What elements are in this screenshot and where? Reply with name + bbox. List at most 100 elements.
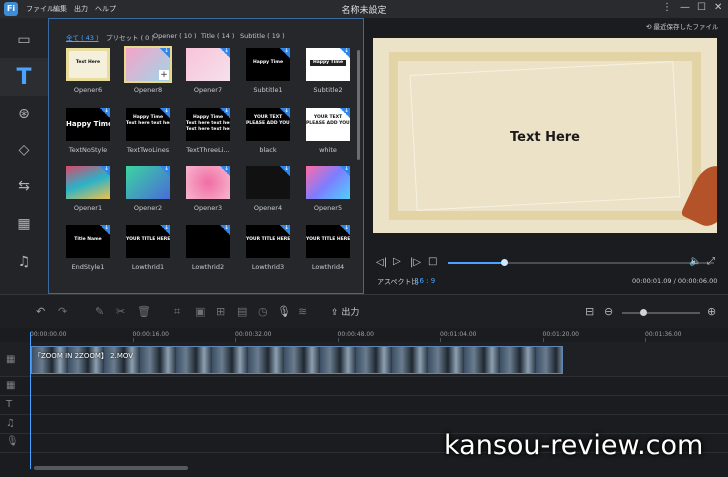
library-thumbnail[interactable]: ↓ bbox=[66, 166, 110, 199]
library-thumbnail[interactable]: ↓ bbox=[186, 225, 230, 258]
record-voice-icon[interactable]: 🎙 bbox=[277, 305, 291, 318]
resize-icon[interactable]: ▣ bbox=[195, 305, 205, 318]
download-icon[interactable]: ↓ bbox=[280, 225, 290, 235]
add-icon[interactable]: + bbox=[159, 70, 169, 80]
download-icon[interactable]: ↓ bbox=[220, 108, 230, 118]
library-thumbnail[interactable]: YOUR TEXT PLEASE ADD YOUR TEXT↓ bbox=[246, 108, 290, 141]
media-icon[interactable]: ▭ bbox=[0, 22, 48, 58]
duration-icon[interactable]: ◷ bbox=[258, 305, 268, 318]
transition-icon[interactable]: ⇆ bbox=[0, 168, 48, 204]
more-icon[interactable]: ⋮ bbox=[662, 2, 672, 13]
download-icon[interactable]: ↓ bbox=[340, 108, 350, 118]
fit-icon[interactable]: ⊟ bbox=[585, 305, 594, 318]
mosaic-icon[interactable]: ⊞ bbox=[216, 305, 225, 318]
seek-progress bbox=[448, 262, 504, 264]
prev-frame-icon[interactable]: ◁| bbox=[376, 257, 387, 268]
zoom-handle[interactable] bbox=[640, 309, 647, 316]
minimize-icon[interactable]: — bbox=[680, 2, 690, 13]
tab-presets[interactable]: プリセット ( 0 ) bbox=[106, 32, 154, 42]
close-icon[interactable]: ✕ bbox=[714, 2, 722, 13]
maximize-icon[interactable]: ☐ bbox=[697, 2, 706, 13]
library-thumbnail[interactable]: Happy Time ↓ bbox=[306, 48, 350, 81]
export-button[interactable]: ⇪ 出力 bbox=[331, 305, 359, 318]
library-thumbnail[interactable]: YOUR TITLE HERE ↓ bbox=[306, 225, 350, 258]
download-icon[interactable]: ↓ bbox=[220, 225, 230, 235]
download-icon[interactable]: ↓ bbox=[280, 108, 290, 118]
thumbnail-text: YOUR TITLE HERE bbox=[126, 237, 170, 242]
download-icon[interactable]: ↓ bbox=[100, 225, 110, 235]
element-icon[interactable]: ▦ bbox=[0, 206, 48, 242]
music-icon[interactable]: ♫ bbox=[0, 244, 48, 280]
volume-icon[interactable]: 🔈 bbox=[689, 256, 701, 267]
download-icon[interactable]: ↓ bbox=[160, 166, 170, 176]
zoom-track[interactable] bbox=[622, 312, 700, 314]
library-thumbnail[interactable]: ↓ bbox=[186, 166, 230, 199]
aspect-label: アスペクト比 bbox=[377, 278, 419, 286]
freeze-icon[interactable]: ▤ bbox=[237, 305, 247, 318]
zoom-out-icon[interactable]: ⊖ bbox=[604, 305, 613, 318]
library-item-caption: TextTwoLines bbox=[126, 146, 170, 154]
download-icon[interactable]: ↓ bbox=[280, 48, 290, 58]
tab-subtitle[interactable]: Subtitle ( 19 ) bbox=[240, 32, 285, 40]
library-thumbnail[interactable]: ↓ bbox=[306, 166, 350, 199]
library-thumbnail[interactable]: ↓ bbox=[246, 166, 290, 199]
watermark: kansou-review.com bbox=[444, 430, 704, 461]
library-thumbnail[interactable]: ↓ bbox=[186, 48, 230, 81]
library-item-caption: Opener5 bbox=[313, 204, 343, 212]
library-thumbnail[interactable]: Happy Time ↓ bbox=[246, 48, 290, 81]
library-thumbnail[interactable]: Happy Time ↓ bbox=[66, 108, 110, 141]
download-icon[interactable]: ↓ bbox=[100, 166, 110, 176]
recent-files-link[interactable]: ⟲ 最近保存したファイル bbox=[646, 21, 719, 31]
library-thumbnail[interactable]: Happy Time Text here text here↓ bbox=[126, 108, 170, 141]
timeline-scrollbar[interactable] bbox=[34, 466, 188, 470]
library-thumbnail[interactable]: YOUR TEXT PLEASE ADD YOUR TEXT↓ bbox=[306, 108, 350, 141]
tab-opener[interactable]: Opener ( 10 ) bbox=[153, 32, 197, 40]
download-icon[interactable]: ↓ bbox=[340, 48, 350, 58]
library-scrollbar[interactable] bbox=[357, 50, 360, 160]
edit-icon[interactable]: ✎ bbox=[95, 305, 104, 318]
delete-icon[interactable]: 🗑 bbox=[137, 305, 151, 318]
library-thumbnail[interactable]: ↓ bbox=[126, 166, 170, 199]
stop-icon[interactable]: □ bbox=[428, 256, 437, 267]
library-item-caption: Opener3 bbox=[193, 204, 223, 212]
library-thumbnail[interactable]: Title Name ↓ bbox=[66, 225, 110, 258]
library-item-caption: Opener1 bbox=[73, 204, 103, 212]
thumbnail-text: Text Here bbox=[75, 60, 101, 65]
library-thumbnail[interactable]: YOUR TITLE HERE ↓ bbox=[246, 225, 290, 258]
library-thumbnail[interactable]: YOUR TITLE HERE ↓ bbox=[126, 225, 170, 258]
tab-all[interactable]: 全て ( 43 ) bbox=[66, 32, 99, 42]
tab-title[interactable]: Title ( 14 ) bbox=[201, 32, 234, 40]
title-bar: Fi ファイル 編集 出力 ヘルプ 名称未設定 ⋮ — ☐ ✕ bbox=[0, 0, 728, 18]
library-thumbnail[interactable]: ↓ + bbox=[124, 46, 172, 83]
download-icon[interactable]: ↓ bbox=[280, 166, 290, 176]
aspect-value[interactable]: 16 : 9 bbox=[415, 277, 435, 285]
text-track bbox=[0, 396, 728, 415]
download-icon[interactable]: ↓ bbox=[220, 166, 230, 176]
play-icon[interactable]: ▷ bbox=[393, 256, 401, 267]
library-item-caption: white bbox=[319, 146, 337, 154]
download-icon[interactable]: ↓ bbox=[160, 108, 170, 118]
library-thumbnail[interactable]: Happy Time Text here text here Text here… bbox=[186, 108, 230, 141]
seek-handle[interactable] bbox=[500, 259, 508, 266]
download-icon[interactable]: ↓ bbox=[100, 108, 110, 118]
undo-icon[interactable]: ↶ bbox=[36, 305, 45, 318]
library-thumbnail[interactable]: Text Here bbox=[66, 48, 110, 81]
download-icon[interactable]: ↓ bbox=[220, 48, 230, 58]
next-frame-icon[interactable]: |▷ bbox=[410, 257, 421, 268]
ruler-tick-label: 00:00:32.00 bbox=[235, 331, 272, 338]
filter-icon[interactable]: ⊛ bbox=[0, 96, 48, 132]
crop-icon[interactable]: ⌗ bbox=[174, 305, 180, 319]
download-icon[interactable]: ↓ bbox=[340, 225, 350, 235]
zoom-in-icon[interactable]: ⊕ bbox=[707, 305, 716, 318]
fullscreen-icon[interactable]: ⤢ bbox=[707, 256, 715, 267]
download-icon[interactable]: ↓ bbox=[160, 48, 170, 58]
text-icon[interactable]: T bbox=[0, 58, 48, 96]
playhead[interactable] bbox=[30, 332, 31, 469]
library-item-caption: Lowthrid4 bbox=[311, 263, 345, 271]
cut-icon[interactable]: ✂ bbox=[116, 305, 125, 318]
overlay-icon[interactable]: ◇ bbox=[0, 132, 48, 168]
redo-icon[interactable]: ↷ bbox=[58, 305, 67, 318]
download-icon[interactable]: ↓ bbox=[340, 166, 350, 176]
speed-icon[interactable]: ≋ bbox=[298, 305, 307, 318]
download-icon[interactable]: ↓ bbox=[160, 225, 170, 235]
